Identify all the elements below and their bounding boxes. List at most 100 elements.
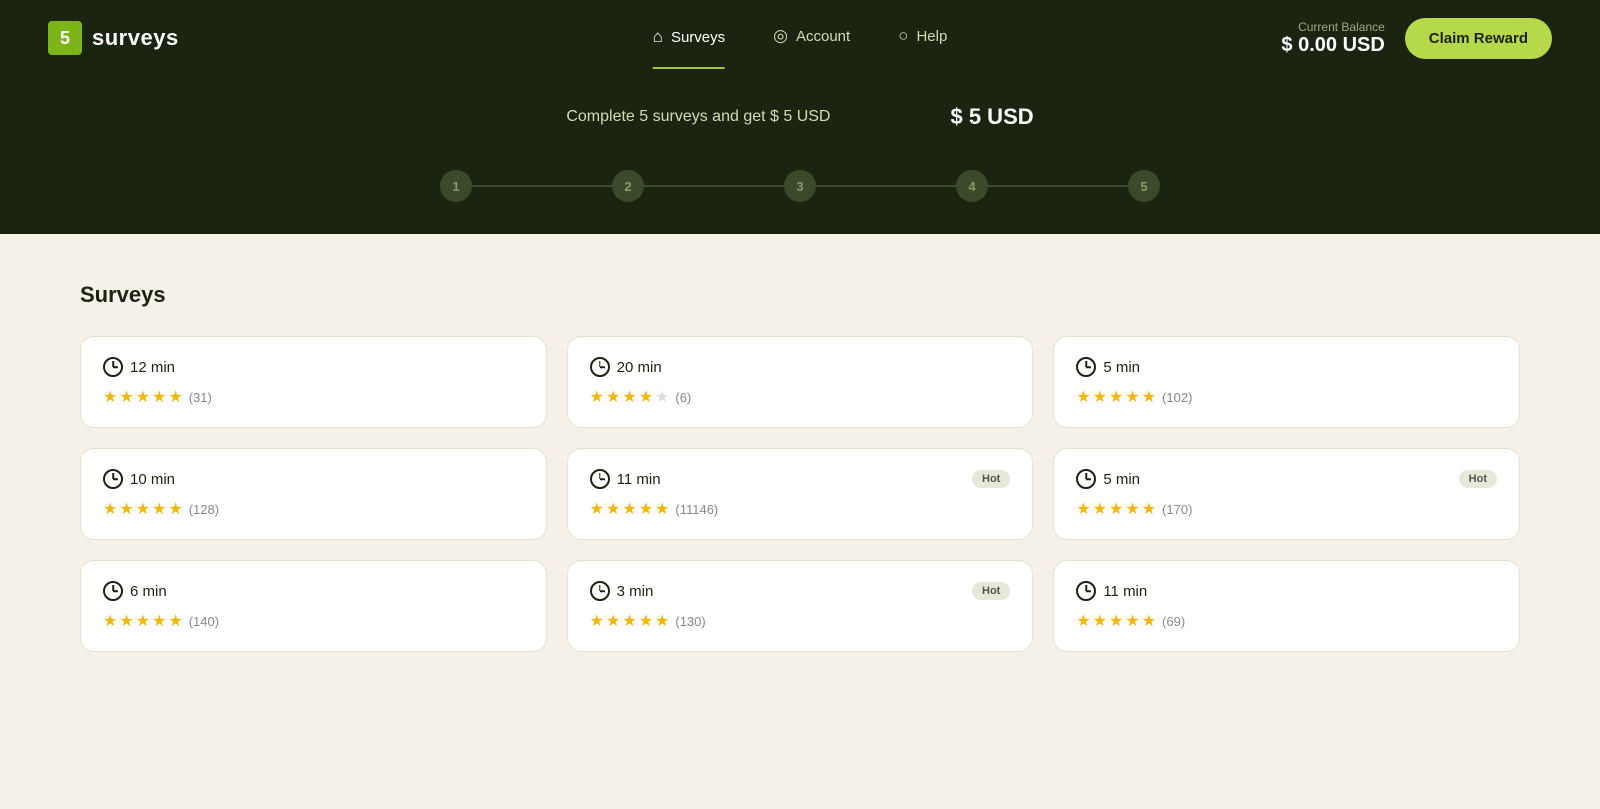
card-top: 20 min xyxy=(590,357,1011,377)
duration-text: 3 min xyxy=(617,583,654,600)
duration-text: 6 min xyxy=(130,583,167,600)
card-rating: ★★★★★ (130) xyxy=(590,611,1011,631)
survey-card[interactable]: 6 min ★★★★★ (140) xyxy=(80,560,547,652)
star-full: ★ xyxy=(1093,611,1107,631)
nav-surveys[interactable]: ⌂ Surveys xyxy=(653,27,725,69)
star-full: ★ xyxy=(622,499,636,519)
star-full: ★ xyxy=(136,611,150,631)
star-full: ★ xyxy=(152,611,166,631)
star-full: ★ xyxy=(590,387,604,407)
star-full: ★ xyxy=(1093,387,1107,407)
nav-account[interactable]: ◎ Account xyxy=(773,26,850,50)
stars: ★★★★★ xyxy=(103,499,183,519)
stars: ★★★★★ xyxy=(1076,387,1156,407)
star-full: ★ xyxy=(119,499,133,519)
survey-card[interactable]: 20 min ★★★★★ (6) xyxy=(567,336,1034,428)
claim-reward-button[interactable]: Claim Reward xyxy=(1405,18,1552,59)
account-icon: ◎ xyxy=(773,26,788,46)
card-top: 12 min xyxy=(103,357,524,377)
star-empty: ★ xyxy=(655,387,669,407)
star-full: ★ xyxy=(1076,499,1090,519)
rating-count: (170) xyxy=(1162,502,1192,517)
surveys-grid: 12 min ★★★★★ (31) 20 min ★★★★★ (6) 5 min xyxy=(80,336,1520,652)
star-full: ★ xyxy=(590,499,604,519)
clock-icon xyxy=(590,357,610,377)
clock-icon xyxy=(103,581,123,601)
clock-icon xyxy=(103,469,123,489)
card-duration: 3 min xyxy=(590,581,654,601)
logo-area: 5 surveys xyxy=(48,21,179,55)
card-rating: ★★★★★ (6) xyxy=(590,387,1011,407)
logo-text: surveys xyxy=(92,25,179,51)
balance-label: Current Balance xyxy=(1281,20,1384,34)
star-full: ★ xyxy=(136,387,150,407)
rating-count: (69) xyxy=(1162,614,1185,629)
rating-count: (102) xyxy=(1162,390,1192,405)
duration-text: 11 min xyxy=(1103,583,1147,600)
survey-card[interactable]: 5 min Hot ★★★★★ (170) xyxy=(1053,448,1520,540)
nav-help-label: Help xyxy=(916,28,947,45)
promo-text: Complete 5 surveys and get $ 5 USD xyxy=(566,108,830,126)
card-rating: ★★★★★ (140) xyxy=(103,611,524,631)
hot-badge: Hot xyxy=(972,582,1010,600)
card-top: 11 min Hot xyxy=(590,469,1011,489)
star-full: ★ xyxy=(1142,387,1156,407)
survey-card[interactable]: 10 min ★★★★★ (128) xyxy=(80,448,547,540)
step-line-2 xyxy=(644,185,784,187)
surveys-title: Surveys xyxy=(80,282,1520,308)
main-nav: ⌂ Surveys ◎ Account ○ Help xyxy=(653,26,948,50)
home-icon: ⌂ xyxy=(653,27,663,47)
header-right: Current Balance $ 0.00 USD Claim Reward xyxy=(1281,18,1552,59)
star-full: ★ xyxy=(168,499,182,519)
star-full: ★ xyxy=(1125,499,1139,519)
rating-count: (130) xyxy=(675,614,705,629)
star-full: ★ xyxy=(1109,499,1123,519)
card-rating: ★★★★★ (128) xyxy=(103,499,524,519)
survey-card[interactable]: 5 min ★★★★★ (102) xyxy=(1053,336,1520,428)
stars: ★★★★★ xyxy=(103,387,183,407)
star-half: ★ xyxy=(639,387,653,407)
survey-card[interactable]: 12 min ★★★★★ (31) xyxy=(80,336,547,428)
rating-count: (128) xyxy=(189,502,219,517)
duration-text: 20 min xyxy=(617,359,662,376)
star-full: ★ xyxy=(606,387,620,407)
card-duration: 12 min xyxy=(103,357,175,377)
rating-count: (140) xyxy=(189,614,219,629)
star-full: ★ xyxy=(1076,611,1090,631)
step-4: 4 xyxy=(956,170,988,202)
card-duration: 20 min xyxy=(590,357,662,377)
rating-count: (6) xyxy=(675,390,691,405)
card-top: 5 min Hot xyxy=(1076,469,1497,489)
survey-card[interactable]: 11 min Hot ★★★★★ (11146) xyxy=(567,448,1034,540)
nav-surveys-label: Surveys xyxy=(671,29,725,46)
duration-text: 11 min xyxy=(617,471,661,488)
star-full: ★ xyxy=(655,611,669,631)
star-full: ★ xyxy=(1076,387,1090,407)
duration-text: 5 min xyxy=(1103,359,1140,376)
stars: ★★★★★ xyxy=(590,611,670,631)
survey-card[interactable]: 11 min ★★★★★ (69) xyxy=(1053,560,1520,652)
star-full: ★ xyxy=(639,611,653,631)
card-duration: 10 min xyxy=(103,469,175,489)
star-full: ★ xyxy=(1125,611,1139,631)
clock-icon xyxy=(590,469,610,489)
card-top: 5 min xyxy=(1076,357,1497,377)
star-full: ★ xyxy=(622,611,636,631)
star-full: ★ xyxy=(1109,387,1123,407)
hot-badge: Hot xyxy=(972,470,1010,488)
card-top: 11 min xyxy=(1076,581,1497,601)
star-full: ★ xyxy=(103,387,117,407)
nav-account-label: Account xyxy=(796,28,850,45)
card-rating: ★★★★★ (170) xyxy=(1076,499,1497,519)
card-rating: ★★★★★ (69) xyxy=(1076,611,1497,631)
nav-help[interactable]: ○ Help xyxy=(898,26,947,50)
star-half: ★ xyxy=(1142,499,1156,519)
survey-card[interactable]: 3 min Hot ★★★★★ (130) xyxy=(567,560,1034,652)
hot-badge: Hot xyxy=(1459,470,1497,488)
star-full: ★ xyxy=(119,387,133,407)
step-5: 5 xyxy=(1128,170,1160,202)
star-full: ★ xyxy=(1142,611,1156,631)
duration-text: 5 min xyxy=(1103,471,1140,488)
step-line-4 xyxy=(988,185,1128,187)
clock-icon xyxy=(103,357,123,377)
